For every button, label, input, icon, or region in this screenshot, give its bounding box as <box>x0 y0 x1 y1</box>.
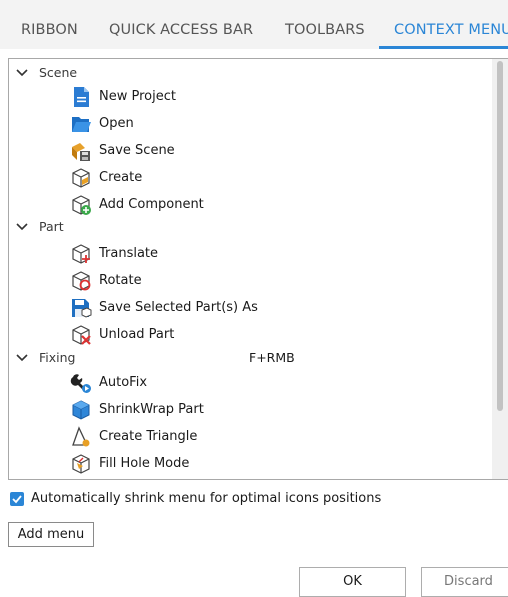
tree-item-label: Create <box>99 170 143 185</box>
save-part-floppy-icon <box>72 299 92 318</box>
tab-toolbars[interactable]: TOOLBARS <box>285 22 365 38</box>
tab-bar: RIBBON QUICK ACCESS BAR TOOLBARS CONTEXT… <box>0 0 508 49</box>
translate-cube-icon <box>72 244 90 264</box>
tree-item-label: Translate <box>99 246 159 261</box>
ok-button[interactable]: OK <box>299 567 406 597</box>
tree-item-save-selected-parts[interactable]: Save Selected Part(s) As <box>9 297 489 319</box>
tree-item-shrinkwrap-part[interactable]: ShrinkWrap Part <box>9 399 489 421</box>
unload-part-cube-icon <box>72 325 91 345</box>
chevron-down-icon[interactable] <box>15 351 29 365</box>
tree-item-label: Save Scene <box>99 143 175 158</box>
active-tab-indicator <box>379 46 508 49</box>
tree-group-fixing[interactable]: Fixing F+RMB <box>9 348 489 370</box>
shrink-menu-label: Automatically shrink menu for optimal ic… <box>31 491 382 506</box>
tree-item-label: Unload Part <box>99 327 175 342</box>
checkmark-icon <box>12 495 22 504</box>
discard-button[interactable]: Discard <box>421 567 508 597</box>
create-cube-icon <box>72 168 90 188</box>
tree-item-translate[interactable]: Translate <box>9 243 489 265</box>
open-folder-icon <box>72 117 91 132</box>
scrollbar-thumb[interactable] <box>497 61 503 411</box>
tree-item-label: Open <box>99 116 134 131</box>
create-triangle-icon <box>72 426 90 447</box>
save-scene-icon <box>72 143 90 161</box>
new-project-document-icon <box>74 87 89 107</box>
group-shortcut: F+RMB <box>249 350 295 365</box>
tab-context-menu[interactable]: CONTEXT MENU <box>394 22 508 38</box>
tree-item-create[interactable]: Create <box>9 167 489 189</box>
tree-item-autofix[interactable]: AutoFix <box>9 372 489 394</box>
tree-item-label: Create Triangle <box>99 429 198 444</box>
tree-item-new-project[interactable]: New Project <box>9 86 489 108</box>
tree-item-label: Fill Hole Mode <box>99 456 190 471</box>
tree-group-part[interactable]: Part <box>9 217 489 239</box>
tab-quick-access-bar[interactable]: QUICK ACCESS BAR <box>109 22 253 38</box>
add-component-cube-icon <box>72 195 91 215</box>
tree-item-label: Add Component <box>99 197 204 212</box>
tree-item-label: Save Selected Part(s) As <box>99 300 258 315</box>
shrinkwrap-cube-icon <box>72 400 90 420</box>
tree-item-add-component[interactable]: Add Component <box>9 194 489 216</box>
chevron-down-icon[interactable] <box>15 220 29 234</box>
tree-item-fill-hole-mode[interactable]: Fill Hole Mode <box>9 453 489 475</box>
tree-item-open[interactable]: Open <box>9 113 489 135</box>
tree-item-label: ShrinkWrap Part <box>99 402 204 417</box>
tree-item-label: AutoFix <box>99 375 148 390</box>
tree-item-create-triangle[interactable]: Create Triangle <box>9 426 489 448</box>
tree-group-label: Fixing <box>39 350 76 365</box>
add-menu-button[interactable]: Add menu <box>8 522 94 547</box>
context-menu-tree[interactable]: Scene New Project Open Save Scene Create <box>8 58 508 480</box>
tree-item-unload-part[interactable]: Unload Part <box>9 324 489 346</box>
rotate-cube-icon <box>72 271 91 291</box>
tab-ribbon[interactable]: RIBBON <box>21 22 78 38</box>
tree-item-label: Rotate <box>99 273 142 288</box>
tree-item-save-scene[interactable]: Save Scene <box>9 140 489 162</box>
shrink-menu-checkbox[interactable] <box>10 492 24 506</box>
tree-item-rotate[interactable]: Rotate <box>9 270 489 292</box>
chevron-down-icon[interactable] <box>15 66 29 80</box>
tree-scrollbar[interactable] <box>492 59 508 479</box>
tree-group-label: Part <box>39 219 64 234</box>
tree-group-label: Scene <box>39 65 78 80</box>
autofix-wrench-icon <box>70 374 91 393</box>
tree-group-scene[interactable]: Scene <box>9 63 489 85</box>
fill-hole-cube-icon <box>72 454 90 474</box>
tree-item-label: New Project <box>99 89 176 104</box>
